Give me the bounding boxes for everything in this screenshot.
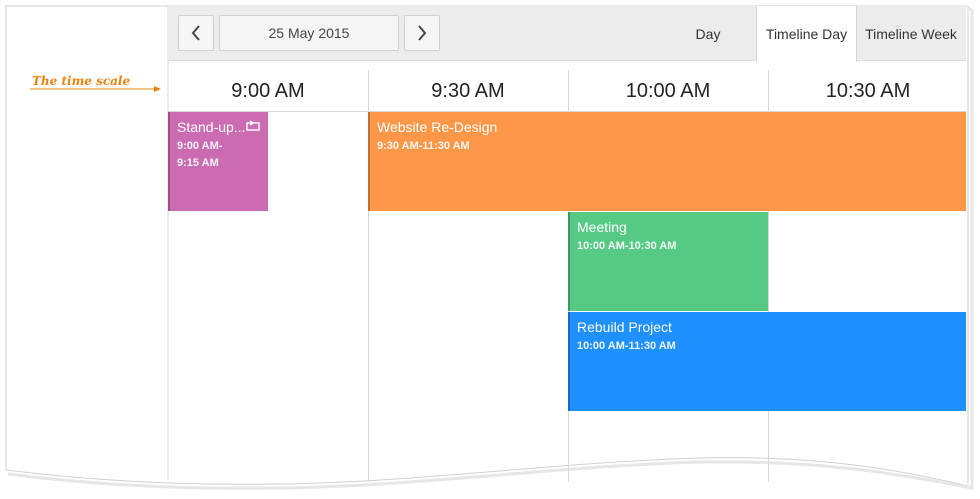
chevron-right-icon — [418, 25, 427, 41]
time-scale: 9:00 AM 9:30 AM 10:00 AM 10:30 AM — [168, 70, 966, 112]
appointment-time: 9:00 AM- — [177, 140, 223, 152]
time-scale-cell: 10:30 AM — [825, 79, 911, 102]
appointment-title: Website Re-Design — [377, 119, 498, 135]
appointment-meeting[interactable]: Meeting 10:00 AM-10:30 AM — [568, 212, 768, 311]
next-button[interactable] — [404, 15, 440, 51]
appointment-rebuild-project[interactable]: Rebuild Project 10:00 AM-11:30 AM — [568, 312, 966, 411]
appointment-title: Meeting — [577, 219, 627, 235]
recurrence-icon — [246, 120, 260, 131]
tab-timeline-day[interactable]: Timeline Day — [756, 6, 857, 62]
time-scale-cell: 9:30 AM — [431, 79, 505, 102]
date-navigator-button[interactable]: 25 May 2015 — [219, 15, 399, 51]
appointment-time: 10:00 AM-10:30 AM — [577, 240, 677, 252]
time-scale-cell: 9:00 AM — [231, 79, 305, 102]
appointment-website-redesign[interactable]: Website Re-Design 9:30 AM-11:30 AM — [368, 112, 966, 211]
previous-button[interactable] — [178, 15, 214, 51]
time-scale-cell: 10:00 AM — [625, 79, 711, 102]
appointment-time: 10:00 AM-11:30 AM — [577, 340, 676, 352]
appointment-standup[interactable]: Stand-up... 9:00 AM- 9:15 AM — [168, 112, 268, 211]
chevron-left-icon — [191, 25, 200, 41]
appointment-title: Rebuild Project — [577, 319, 672, 335]
tab-timeline-week[interactable]: Timeline Week — [858, 6, 964, 61]
scheduler-toolbar: 25 May 2015 Day Timeline Day Timeline We… — [168, 6, 966, 62]
annotation-arrow-icon — [30, 86, 161, 92]
appointment-time: 9:30 AM-11:30 AM — [377, 140, 470, 152]
appointment-time: 9:15 AM — [177, 157, 219, 169]
tab-day[interactable]: Day — [678, 6, 738, 61]
timeline-grid[interactable]: Stand-up... 9:00 AM- 9:15 AM Website Re-… — [168, 70, 966, 492]
